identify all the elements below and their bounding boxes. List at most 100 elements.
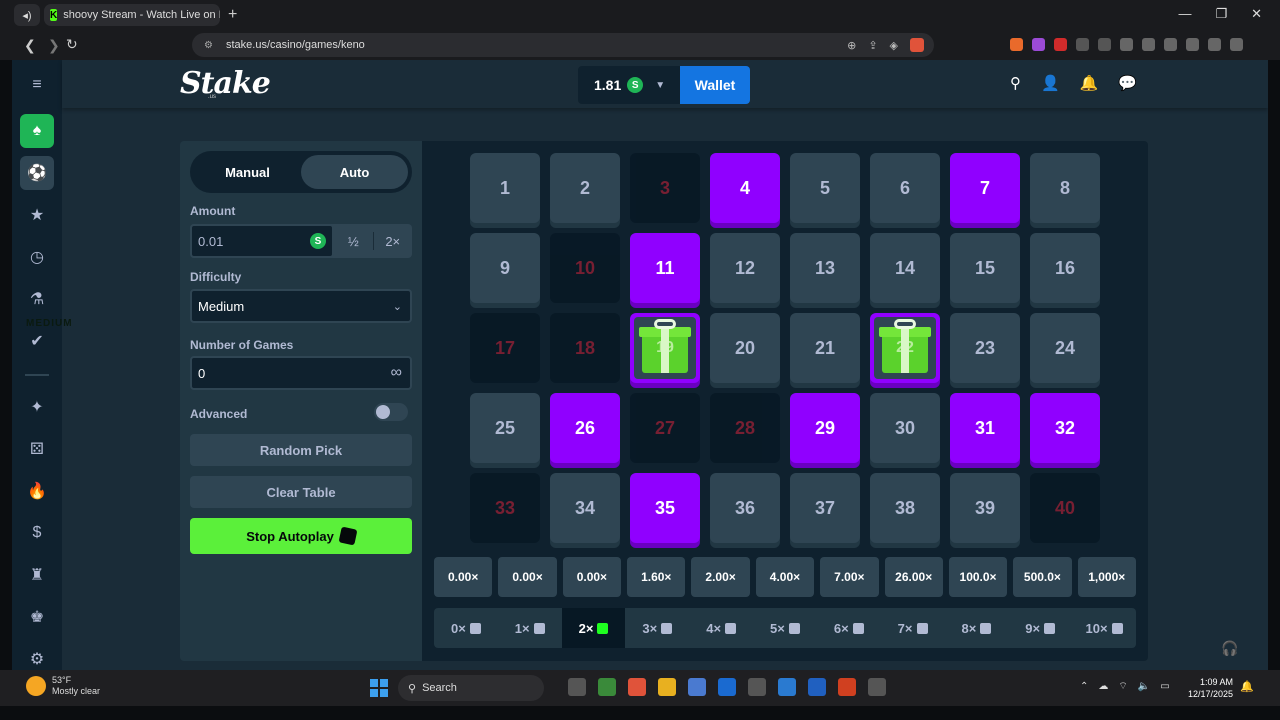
game-shows-icon[interactable]: ♚ — [20, 600, 54, 634]
keno-tile-10[interactable]: 10 — [550, 233, 620, 303]
hit-count[interactable]: 4× — [689, 608, 753, 648]
clock[interactable]: 1:09 AM 12/17/2025 — [1188, 676, 1233, 700]
keno-tile-23[interactable]: 23 — [950, 313, 1020, 383]
brave-rewards-icon[interactable] — [910, 38, 924, 52]
keno-tile-22[interactable]: 22 — [870, 313, 940, 383]
calculator-icon[interactable] — [688, 678, 706, 696]
app-icon[interactable] — [868, 678, 886, 696]
keno-tile-36[interactable]: 36 — [710, 473, 780, 543]
new-tab-icon[interactable]: + — [228, 6, 237, 24]
stake-originals-icon[interactable]: ⚄ — [20, 432, 54, 466]
wifi-icon[interactable]: ⌔ — [1118, 680, 1127, 693]
keno-tile-17[interactable]: 17 — [470, 313, 540, 383]
sidebar-icon[interactable] — [1142, 38, 1155, 51]
keno-tile-40[interactable]: 40 — [1030, 473, 1100, 543]
hit-count[interactable]: 8× — [945, 608, 1009, 648]
reload-icon[interactable]: ↻ — [66, 36, 78, 53]
app-icon[interactable] — [838, 678, 856, 696]
leo-icon[interactable] — [1186, 38, 1199, 51]
hit-count[interactable]: 7× — [881, 608, 945, 648]
close-window-icon[interactable]: ✕ — [1251, 6, 1262, 22]
keno-tile-32[interactable]: 32 — [1030, 393, 1100, 463]
keno-tile-6[interactable]: 6 — [870, 153, 940, 223]
difficulty-select[interactable]: Medium ⌄ — [190, 289, 412, 323]
share-icon[interactable]: ⇪ — [868, 39, 877, 52]
task-view-icon[interactable] — [568, 678, 586, 696]
url-field[interactable]: ⚙ stake.us/casino/games/keno ⊕ ⇪ ◈ — [192, 33, 934, 57]
keno-tile-12[interactable]: 12 — [710, 233, 780, 303]
keno-tile-25[interactable]: 25 — [470, 393, 540, 463]
keno-tile-30[interactable]: 30 — [870, 393, 940, 463]
app-icon[interactable] — [748, 678, 766, 696]
number-of-games-input[interactable]: 0 ∞ — [190, 356, 412, 390]
wallet-button[interactable]: Wallet — [680, 66, 750, 104]
recent-icon[interactable]: ◷ — [20, 240, 54, 274]
tab-manual[interactable]: Manual — [194, 155, 301, 189]
keno-tile-4[interactable]: 4 — [710, 153, 780, 223]
keno-tile-7[interactable]: 7 — [950, 153, 1020, 223]
keno-tile-2[interactable]: 2 — [550, 153, 620, 223]
live-casino-icon[interactable]: ♜ — [20, 558, 54, 592]
app-icon[interactable] — [808, 678, 826, 696]
tab-auto[interactable]: Auto — [301, 155, 408, 189]
chat-icon[interactable]: 💬 — [1118, 74, 1137, 92]
payout-multiplier[interactable]: 1,000× — [1077, 557, 1136, 597]
double-amount-button[interactable]: 2× — [374, 224, 413, 258]
keno-tile-19[interactable]: 19 — [630, 313, 700, 383]
payout-multiplier[interactable]: 0.00× — [434, 557, 493, 597]
keno-tile-35[interactable]: 35 — [630, 473, 700, 543]
hit-count[interactable]: 9× — [1008, 608, 1072, 648]
advanced-toggle[interactable] — [374, 403, 408, 421]
keno-tile-29[interactable]: 29 — [790, 393, 860, 463]
menu-toggle-icon[interactable]: ≡ — [20, 68, 54, 102]
slots-icon[interactable]: $ — [20, 516, 54, 550]
extension-icon[interactable] — [1098, 38, 1111, 51]
keno-tile-27[interactable]: 27 — [630, 393, 700, 463]
casino-icon[interactable]: ♠ — [20, 114, 54, 148]
brave-icon[interactable] — [628, 678, 646, 696]
vscode-icon[interactable] — [778, 678, 796, 696]
amount-input[interactable]: 0.01 S — [190, 224, 334, 258]
payout-multiplier[interactable]: 500.0× — [1013, 557, 1072, 597]
hit-count[interactable]: 6× — [817, 608, 881, 648]
keno-tile-18[interactable]: 18 — [550, 313, 620, 383]
keno-tile-31[interactable]: 31 — [950, 393, 1020, 463]
taskbar-search[interactable]: ⚲ Search — [398, 675, 544, 701]
keno-tile-34[interactable]: 34 — [550, 473, 620, 543]
extension-icon[interactable] — [1076, 38, 1089, 51]
music-icon[interactable] — [1120, 38, 1133, 51]
keno-tile-28[interactable]: 28 — [710, 393, 780, 463]
random-pick-button[interactable]: Random Pick — [190, 434, 412, 466]
keno-tile-1[interactable]: 1 — [470, 153, 540, 223]
hit-count[interactable]: 3× — [625, 608, 689, 648]
payout-multiplier[interactable]: 4.00× — [755, 557, 815, 597]
keno-tile-9[interactable]: 9 — [470, 233, 540, 303]
cloud-icon[interactable]: ☁ — [1098, 681, 1108, 692]
stop-autoplay-button[interactable]: Stop Autoplay — [190, 518, 412, 554]
keno-tile-13[interactable]: 13 — [790, 233, 860, 303]
payout-multiplier[interactable]: 7.00× — [820, 557, 879, 597]
extension-icon[interactable] — [1054, 38, 1067, 51]
keno-tile-20[interactable]: 20 — [710, 313, 780, 383]
payout-multiplier[interactable]: 0.00× — [498, 557, 557, 597]
half-amount-button[interactable]: ½ — [334, 224, 373, 258]
keno-tile-24[interactable]: 24 — [1030, 313, 1100, 383]
browser-tab[interactable]: K shoovy Stream - Watch Live on K ✕ — [44, 4, 220, 26]
keno-tile-5[interactable]: 5 — [790, 153, 860, 223]
clear-table-button[interactable]: Clear Table — [190, 476, 412, 508]
keno-tile-38[interactable]: 38 — [870, 473, 940, 543]
brave-shield-icon[interactable]: ◈ — [890, 39, 898, 52]
site-info-icon[interactable]: ⚙ — [204, 40, 213, 51]
hot-games-icon[interactable]: 🔥 — [20, 474, 54, 508]
hit-count[interactable]: 10× — [1072, 608, 1136, 648]
notification-bell-icon[interactable]: 🔔 — [1240, 680, 1254, 693]
back-icon[interactable]: ❮ — [24, 37, 36, 54]
hit-count[interactable]: 1× — [498, 608, 562, 648]
zoom-icon[interactable]: ⊕ — [847, 39, 856, 52]
hit-count[interactable]: 5× — [753, 608, 817, 648]
user-icon[interactable]: 👤 — [1041, 74, 1060, 92]
challenges-icon[interactable]: ⚗ — [20, 282, 54, 316]
notifications-icon[interactable]: 🔔 — [1080, 74, 1099, 92]
my-bets-icon[interactable]: ✔ — [20, 324, 54, 358]
sports-icon[interactable]: ⚽ — [20, 156, 54, 190]
